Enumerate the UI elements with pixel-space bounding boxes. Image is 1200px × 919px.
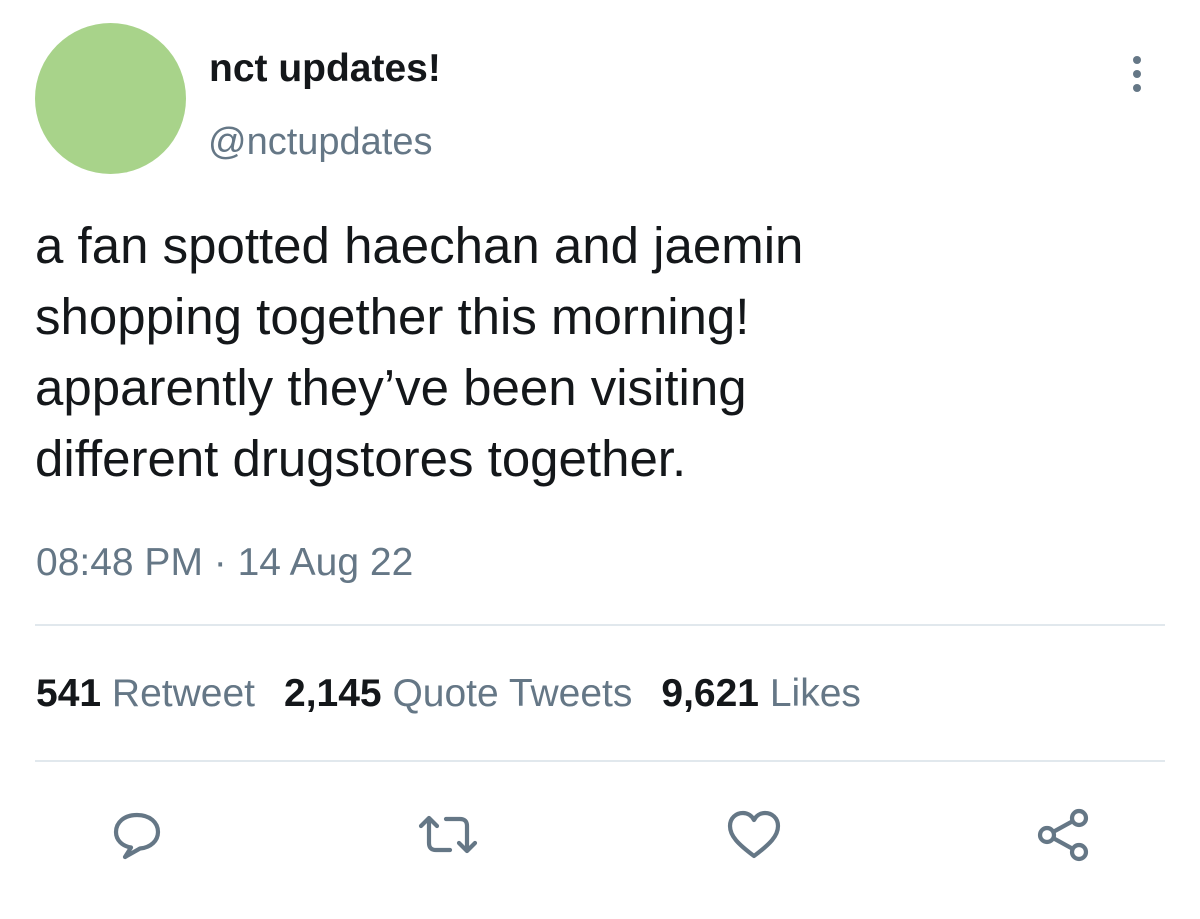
- more-vertical-icon-dot: [1133, 70, 1141, 78]
- engagement-stats: 541 Retweet 2,145 Quote Tweets 9,621 Likes: [36, 671, 890, 717]
- like-button[interactable]: [724, 805, 784, 865]
- like-count-number: 9,621: [661, 672, 759, 715]
- tweet-text-line: apparently they’ve been visiting: [35, 359, 747, 416]
- quote-tweet-count-label: Quote Tweets: [392, 672, 633, 715]
- share-icon: [1037, 808, 1089, 862]
- like-count-label: Likes: [769, 672, 861, 715]
- like-count[interactable]: 9,621 Likes: [661, 671, 861, 717]
- tweet-text-line: a fan spotted haechan and jaemin: [35, 217, 804, 274]
- display-name[interactable]: nct updates!: [209, 46, 441, 92]
- more-vertical-icon-dot: [1133, 56, 1141, 64]
- heart-icon: [727, 810, 781, 859]
- retweet-icon: [418, 815, 478, 854]
- share-button[interactable]: [1034, 805, 1094, 865]
- quote-tweet-count[interactable]: 2,145 Quote Tweets: [284, 671, 632, 717]
- divider: [35, 624, 1165, 626]
- reply-icon: [113, 812, 161, 860]
- reply-button[interactable]: [107, 805, 167, 865]
- more-options-button[interactable]: [1120, 52, 1154, 96]
- avatar[interactable]: [35, 23, 186, 174]
- tweet-text-line: shopping together this morning!: [35, 288, 750, 345]
- tweet-text-line: different drugstores together.: [35, 430, 687, 487]
- user-handle[interactable]: @nctupdates: [208, 119, 433, 165]
- quote-tweet-count-number: 2,145: [284, 672, 382, 715]
- tweet-text: a fan spotted haechan and jaemin shoppin…: [35, 210, 1165, 494]
- retweet-button[interactable]: [418, 805, 478, 865]
- tweet-timestamp[interactable]: 08:48 PM · 14 Aug 22: [36, 540, 413, 586]
- more-vertical-icon-dot: [1133, 84, 1141, 92]
- divider: [35, 760, 1165, 762]
- retweet-count-number: 541: [36, 672, 102, 715]
- retweet-count-label: Retweet: [111, 672, 255, 715]
- retweet-count[interactable]: 541 Retweet: [36, 671, 255, 717]
